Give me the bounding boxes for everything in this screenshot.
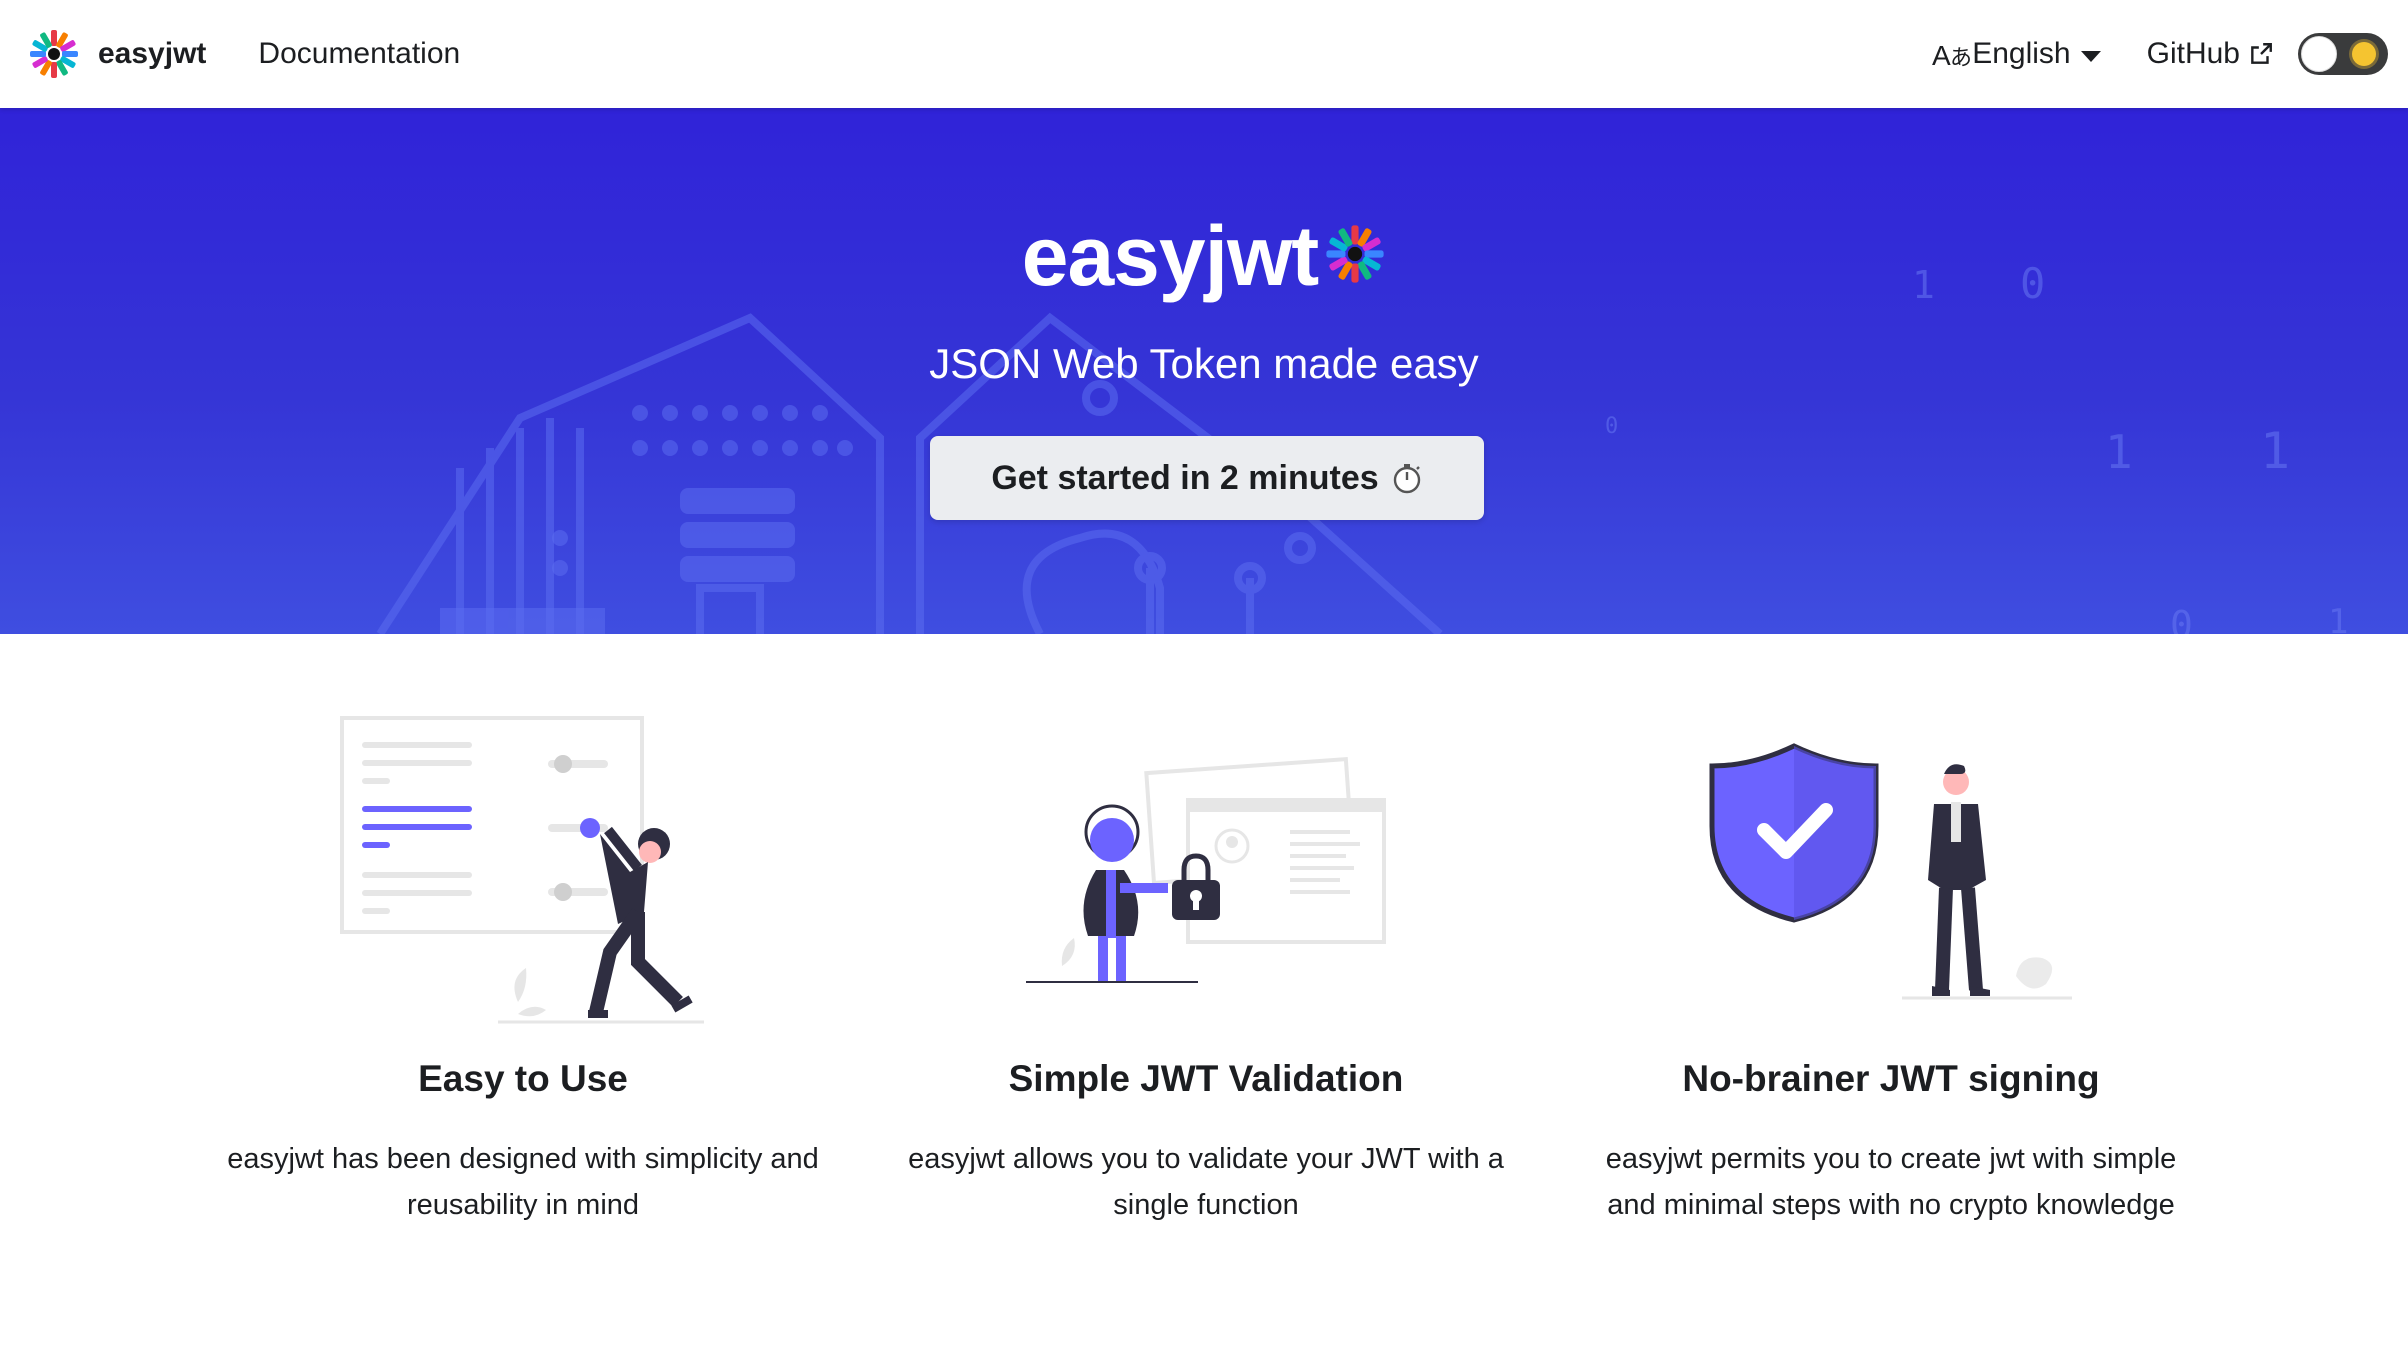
person-adjusting-settings-illustration [340, 716, 704, 1024]
stopwatch-icon [1393, 464, 1420, 494]
nav-link-documentation[interactable]: Documentation [258, 37, 460, 71]
hero-subtitle: JSON Web Token made easy [929, 340, 1479, 387]
hero-title: easyjwt [1021, 209, 1320, 303]
external-link-icon [2251, 43, 2272, 64]
brand-link[interactable]: easyjwt [28, 28, 206, 80]
feature-title: Simple JWT Validation [1008, 1058, 1404, 1099]
bg-digit: 0 [1605, 414, 1618, 439]
person-with-lock-illustration [1026, 757, 1386, 983]
get-started-label: Get started in 2 minutes [991, 458, 1379, 497]
brand-name: easyjwt [98, 37, 207, 70]
shield-check-illustration [1709, 743, 2072, 1000]
bg-digit: 1 [2328, 602, 2348, 634]
chevron-down-icon [2080, 50, 2101, 62]
bg-digit: 1 [2260, 422, 2290, 480]
bg-digit: 0 [2170, 603, 2193, 634]
easyjwt-logo-icon [30, 30, 78, 78]
get-started-button[interactable]: Get started in 2 minutes [930, 436, 1484, 520]
feature-title: No-brainer JWT signing [1682, 1058, 2100, 1099]
github-label: GitHub [2146, 37, 2240, 70]
easyjwt-logo-icon [1326, 224, 1384, 283]
hero-banner: 1 0 0 1 1 0 1 easyjwt JSON Web Token mad… [0, 108, 2408, 634]
dark-mode-toggle[interactable] [2298, 33, 2388, 75]
feature-description: easyjwt has been designed with simplicit… [227, 1143, 819, 1221]
navbar-right: A あ English GitHub [1932, 33, 2388, 75]
language-dropdown[interactable]: A あ English [1932, 37, 2101, 71]
svg-text:A: A [1932, 40, 1951, 71]
feature-description: easyjwt allows you to validate your JWT … [908, 1143, 1504, 1221]
bg-digit: 1 [2105, 425, 2133, 479]
hero-title-row: easyjwt [0, 208, 2408, 305]
sun-icon [2352, 42, 2376, 66]
navbar: easyjwt Documentation A あ English GitHub [0, 0, 2408, 108]
feature-title: Easy to Use [418, 1058, 628, 1099]
svg-text:あ: あ [1950, 46, 1972, 71]
github-link[interactable]: GitHub [2147, 37, 2274, 71]
feature-description: easyjwt permits you to create jwt with s… [1605, 1143, 2177, 1221]
language-label: English [1972, 37, 2071, 70]
translate-icon: A あ [1932, 40, 1972, 71]
toggle-knob [2301, 36, 2337, 72]
